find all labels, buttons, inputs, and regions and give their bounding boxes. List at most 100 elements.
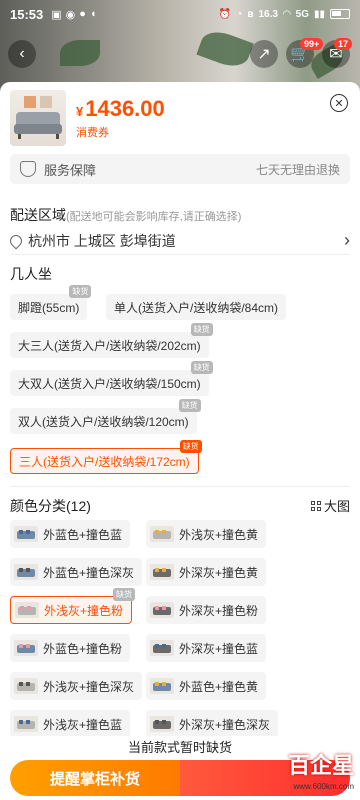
- color-option-label: 外深灰+撞色黄: [179, 565, 259, 580]
- sofa-seat: [14, 124, 62, 134]
- service-value: 七天无理由退换: [255, 162, 340, 177]
- sofa-swatch-icon: [14, 564, 38, 580]
- seat-option-label: 双人(送货入户/送收纳袋/120cm): [18, 414, 189, 429]
- watermark-logo: 百企星: [287, 753, 354, 778]
- sofa-swatch-icon: [14, 526, 38, 542]
- location-pin-icon: [7, 232, 25, 249]
- big-image-label: 大图: [323, 499, 350, 514]
- status-bar: 15:53 ▣ ◉ ● ◖ ⏰ ◔ ʙ 16.3 ◠ 5G ▮▮: [0, 0, 360, 28]
- sofa-leg: [18, 134, 21, 139]
- signal-icon: ▮▮: [313, 8, 325, 20]
- chat-icon: ●: [79, 7, 86, 20]
- seat-option[interactable]: 双人(送货入户/送收纳袋/120cm) 缺货: [10, 399, 201, 434]
- color-option[interactable]: 外深灰+撞色深灰: [146, 710, 279, 738]
- delivery-section-title: 配送区域(配送地可能会影响库存,请正确选择): [10, 205, 241, 225]
- color-option[interactable]: 外深灰+撞色蓝: [146, 634, 267, 662]
- signal-5g-icon: 5G: [295, 8, 309, 20]
- out-of-stock-tag: 缺货: [190, 323, 213, 336]
- share-icon[interactable]: ↗: [250, 40, 278, 68]
- delivery-note: (配送地可能会影响库存,请正确选择): [66, 211, 242, 223]
- color-option-label: 外深灰+撞色蓝: [179, 641, 259, 656]
- chevron-left-icon[interactable]: ‹: [8, 40, 36, 68]
- alarm-icon: ⏰: [218, 8, 232, 20]
- seat-option-label: 单人(送货入户/送收纳袋/84cm): [114, 300, 279, 315]
- big-image-toggle[interactable]: 大图: [310, 496, 350, 515]
- remind-restock-button[interactable]: 提醒掌柜补货: [10, 760, 180, 796]
- product-price: ¥1436.00: [76, 96, 165, 122]
- seat-option-label: 三人(送货入户/送收纳袋/172cm): [19, 454, 190, 469]
- seat-option-label: 脚蹬(55cm): [18, 300, 80, 315]
- price-value: 1436.00: [85, 96, 165, 121]
- cart-badge: 99+: [300, 38, 324, 50]
- sofa-swatch-icon: [150, 640, 174, 656]
- seat-option[interactable]: 大双人(送货入户/送收纳袋/150cm) 缺货: [10, 361, 213, 396]
- seats-title: 几人坐: [10, 266, 52, 282]
- color-option-label: 外浅灰+撞色蓝: [43, 717, 123, 732]
- delivery-title: 配送区域: [10, 207, 66, 223]
- status-time: 15:53: [10, 6, 44, 22]
- wall-art: [24, 96, 36, 108]
- sofa-leg: [56, 134, 59, 139]
- sofa-swatch-icon: [150, 678, 174, 694]
- color-option-label: 外浅灰+撞色粉: [44, 603, 124, 618]
- watermark-url: www.600km.com: [293, 782, 354, 791]
- delivery-location-row[interactable]: 杭州市 上城区 彭埠街道 ›: [7, 230, 350, 251]
- bubble-icon: ◖: [89, 7, 97, 20]
- sofa-swatch-icon: [14, 678, 38, 694]
- message-badge: 17: [334, 38, 353, 50]
- seat-option[interactable]: 脚蹬(55cm) 缺货: [10, 285, 92, 320]
- color-option[interactable]: 外浅灰+撞色蓝: [10, 710, 131, 738]
- color-option[interactable]: 外深灰+撞色黄: [146, 558, 267, 586]
- service-guarantee-row[interactable]: 服务保障 七天无理由退换: [10, 154, 350, 184]
- sofa-swatch-icon: [14, 640, 38, 656]
- color-option-selected[interactable]: 外浅灰+撞色粉 缺货: [10, 588, 136, 624]
- color-option[interactable]: 外蓝色+撞色蓝: [10, 520, 131, 548]
- seat-option[interactable]: 单人(送货入户/送收纳袋/84cm): [106, 294, 287, 320]
- clock-icon: ◔: [236, 8, 243, 20]
- out-of-stock-tag: 缺货: [113, 588, 136, 601]
- seat-option-label: 大三人(送货入户/送收纳袋/202cm): [18, 338, 201, 353]
- divider: [10, 486, 350, 487]
- color-option[interactable]: 外浅灰+撞色深灰: [10, 672, 143, 700]
- color-option[interactable]: 外深灰+撞色粉: [146, 596, 267, 624]
- close-icon[interactable]: ✕: [330, 94, 348, 112]
- out-of-stock-tag: 缺货: [190, 361, 213, 374]
- data-rate-icon: 16.3: [258, 8, 278, 20]
- wifi-icon: ◠: [282, 8, 291, 20]
- color-option[interactable]: 外浅灰+撞色黄: [146, 520, 267, 548]
- color-option-label: 外蓝色+撞色黄: [179, 679, 259, 694]
- service-label: 服务保障: [44, 162, 97, 178]
- wall-art: [40, 96, 52, 108]
- top-nav: ‹ ↗ 🛒 99+ ✉ 17: [0, 38, 360, 72]
- sofa-swatch-icon: [14, 716, 38, 732]
- color-option-label: 外蓝色+撞色蓝: [43, 527, 123, 542]
- seat-option-label: 大双人(送货入户/送收纳袋/150cm): [18, 376, 201, 391]
- bluetooth-icon: ʙ: [247, 8, 254, 20]
- sku-selector-sheet: ¥1436.00 消费券 ✕ 服务保障 七天无理由退换 配送区域(配送地可能会影…: [0, 82, 360, 800]
- shield-icon: [20, 161, 36, 177]
- seat-option[interactable]: 大三人(送货入户/送收纳袋/202cm) 缺货: [10, 323, 213, 358]
- color-option-label: 外深灰+撞色粉: [179, 603, 259, 618]
- grid-icon: [310, 500, 321, 511]
- color-option-label: 外蓝色+撞色深灰: [43, 565, 135, 580]
- color-option[interactable]: 外蓝色+撞色深灰: [10, 558, 143, 586]
- divider: [10, 254, 350, 255]
- color-option[interactable]: 外蓝色+撞色粉: [10, 634, 131, 662]
- currency-symbol: ¥: [76, 104, 84, 119]
- out-of-stock-tag: 缺货: [69, 285, 92, 298]
- sofa-swatch-icon: [15, 602, 39, 618]
- delivery-location: 杭州市 上城区 彭埠街道: [28, 232, 176, 249]
- seat-option-selected[interactable]: 三人(送货入户/送收纳袋/172cm) 缺货: [10, 440, 202, 474]
- sofa-swatch-icon: [150, 526, 174, 542]
- color-option[interactable]: 外蓝色+撞色黄: [146, 672, 267, 700]
- coupon-label[interactable]: 消费券: [76, 124, 109, 140]
- battery-icon: [330, 9, 350, 19]
- pin-icon: ◉: [65, 8, 76, 21]
- sofa-swatch-icon: [150, 602, 174, 618]
- notification-icon: ▣: [51, 8, 62, 21]
- chevron-right-icon: ›: [344, 230, 350, 250]
- color-option-label: 外深灰+撞色深灰: [179, 717, 271, 732]
- product-thumbnail[interactable]: [10, 90, 66, 146]
- color-option-label: 外浅灰+撞色深灰: [43, 679, 135, 694]
- color-option-label: 外浅灰+撞色黄: [179, 527, 259, 542]
